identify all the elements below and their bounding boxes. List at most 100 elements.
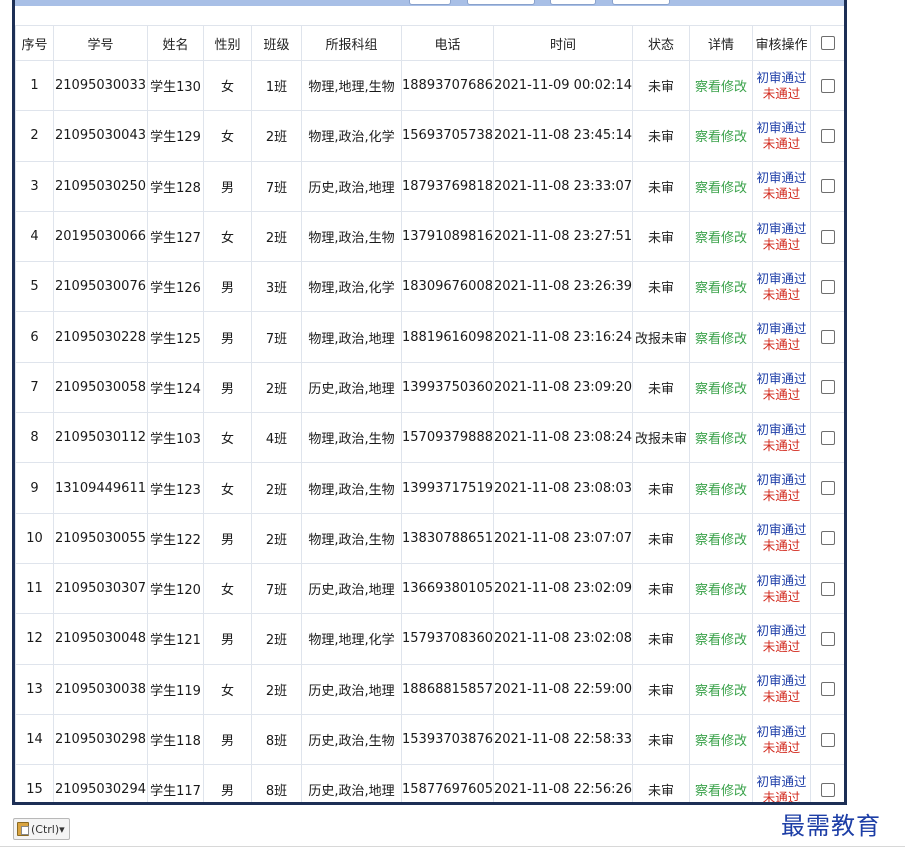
view-edit-link[interactable]: 察看修改 — [695, 784, 747, 799]
row-name: 学生129 — [147, 110, 204, 162]
row-detail-cell: 察看修改 — [689, 462, 753, 514]
approve-link[interactable]: 初审通过 — [754, 673, 810, 689]
row-detail-cell: 察看修改 — [689, 764, 753, 802]
row-gender: 男 — [203, 160, 252, 212]
row-checkbox[interactable] — [820, 581, 835, 596]
row-checkbox[interactable] — [820, 78, 835, 93]
reject-link[interactable]: 未通过 — [754, 237, 810, 253]
view-edit-link[interactable]: 察看修改 — [695, 80, 747, 95]
row-checkbox[interactable] — [820, 782, 835, 797]
select-all-checkbox[interactable] — [820, 36, 835, 50]
row-gender: 男 — [203, 261, 252, 313]
approve-link[interactable]: 初审通过 — [754, 170, 810, 186]
view-edit-link[interactable]: 察看修改 — [695, 583, 747, 598]
view-edit-link[interactable]: 察看修改 — [695, 231, 747, 246]
row-checkbox[interactable] — [820, 380, 835, 395]
row-gender: 女 — [203, 59, 252, 112]
row-checkbox[interactable] — [820, 128, 835, 143]
row-checkbox[interactable] — [820, 330, 835, 345]
row-checkbox[interactable] — [820, 229, 835, 244]
row-checkbox[interactable] — [820, 631, 835, 646]
table-header-row: 序号 学号 姓名 性别 班级 所报科组 电话 时间 状态 详情 审核操作 — [15, 25, 844, 61]
view-edit-link[interactable]: 察看修改 — [695, 332, 747, 347]
reject-link[interactable]: 未通过 — [754, 790, 810, 802]
reject-link[interactable]: 未通过 — [754, 488, 810, 504]
row-phone: 15693705738 — [401, 110, 494, 162]
table-row: 13 21095030038 学生119 女 2班 历史,政治,地理 18868815857… — [15, 663, 844, 715]
row-checkbox[interactable] — [820, 430, 835, 445]
row-select-cell — [810, 160, 844, 212]
view-edit-link[interactable]: 察看修改 — [695, 734, 747, 749]
row-name: 学生127 — [147, 210, 204, 263]
reject-link[interactable]: 未通过 — [754, 689, 810, 705]
reject-link[interactable]: 未通过 — [754, 740, 810, 756]
approve-link[interactable]: 初审通过 — [754, 774, 810, 790]
toolbar-button[interactable] — [550, 0, 596, 5]
approve-link[interactable]: 初审通过 — [754, 70, 810, 86]
view-edit-link[interactable]: 察看修改 — [695, 684, 747, 699]
row-checkbox[interactable] — [820, 732, 835, 747]
row-select-cell — [810, 663, 844, 715]
table-row: 11 21095030307 学生120 女 7班 历史,政治,地理 13669380105… — [15, 562, 844, 615]
toolbar-button[interactable] — [612, 0, 670, 5]
header-phone: 电话 — [401, 25, 494, 61]
approve-link[interactable]: 初审通过 — [754, 221, 810, 237]
row-class: 8班 — [251, 713, 302, 766]
approve-link[interactable]: 初审通过 — [754, 573, 810, 589]
row-class: 3班 — [251, 261, 302, 313]
row-detail-cell: 察看修改 — [689, 713, 753, 766]
row-status: 未审 — [632, 764, 690, 802]
row-checkbox[interactable] — [820, 279, 835, 294]
reject-link[interactable]: 未通过 — [754, 538, 810, 554]
view-edit-link[interactable]: 察看修改 — [695, 533, 747, 548]
view-edit-link[interactable]: 察看修改 — [695, 432, 747, 447]
reject-link[interactable]: 未通过 — [754, 136, 810, 152]
row-select-cell — [810, 361, 844, 414]
row-detail-cell: 察看修改 — [689, 210, 753, 263]
row-checkbox[interactable] — [820, 682, 835, 697]
view-edit-link[interactable]: 察看修改 — [695, 130, 747, 145]
approve-link[interactable]: 初审通过 — [754, 472, 810, 488]
row-detail-cell: 察看修改 — [689, 361, 753, 414]
view-edit-link[interactable]: 察看修改 — [695, 633, 747, 648]
row-review-cell: 初审通过 未通过 — [752, 210, 811, 263]
row-checkbox[interactable] — [820, 481, 835, 496]
row-detail-cell: 察看修改 — [689, 261, 753, 313]
view-edit-link[interactable]: 察看修改 — [695, 483, 747, 498]
paste-options-button[interactable]: (Ctrl)▾ — [13, 818, 70, 840]
approve-link[interactable]: 初审通过 — [754, 271, 810, 287]
approve-link[interactable]: 初审通过 — [754, 623, 810, 639]
approve-link[interactable]: 初审通过 — [754, 522, 810, 538]
toolbar-button[interactable] — [409, 0, 451, 5]
reject-link[interactable]: 未通过 — [754, 438, 810, 454]
row-time: 2021-11-08 23:09:20 — [493, 361, 633, 414]
reject-link[interactable]: 未通过 — [754, 86, 810, 102]
approve-link[interactable]: 初审通过 — [754, 120, 810, 136]
view-edit-link[interactable]: 察看修改 — [695, 181, 747, 196]
reject-link[interactable]: 未通过 — [754, 287, 810, 303]
row-student-id: 21095030055 — [53, 512, 148, 564]
reject-link[interactable]: 未通过 — [754, 589, 810, 605]
approve-link[interactable]: 初审通过 — [754, 371, 810, 387]
row-subjects: 物理,政治,化学 — [301, 110, 402, 162]
toolbar-button[interactable] — [467, 0, 535, 5]
reject-link[interactable]: 未通过 — [754, 186, 810, 202]
reject-link[interactable]: 未通过 — [754, 639, 810, 655]
header-seq: 序号 — [15, 25, 54, 61]
reject-link[interactable]: 未通过 — [754, 387, 810, 403]
row-status: 未审 — [632, 210, 690, 263]
row-class: 2班 — [251, 663, 302, 715]
row-checkbox[interactable] — [820, 179, 835, 194]
row-seq: 12 — [15, 613, 54, 665]
approve-link[interactable]: 初审通过 — [754, 724, 810, 740]
view-edit-link[interactable]: 察看修改 — [695, 382, 747, 397]
reject-link[interactable]: 未通过 — [754, 337, 810, 353]
header-gender: 性别 — [203, 25, 252, 61]
approve-link[interactable]: 初审通过 — [754, 321, 810, 337]
row-review-cell: 初审通过 未通过 — [752, 160, 811, 212]
row-checkbox[interactable] — [820, 531, 835, 546]
view-edit-link[interactable]: 察看修改 — [695, 281, 747, 296]
approve-link[interactable]: 初审通过 — [754, 422, 810, 438]
header-time: 时间 — [493, 25, 633, 61]
row-time: 2021-11-08 22:56:26 — [493, 764, 633, 802]
